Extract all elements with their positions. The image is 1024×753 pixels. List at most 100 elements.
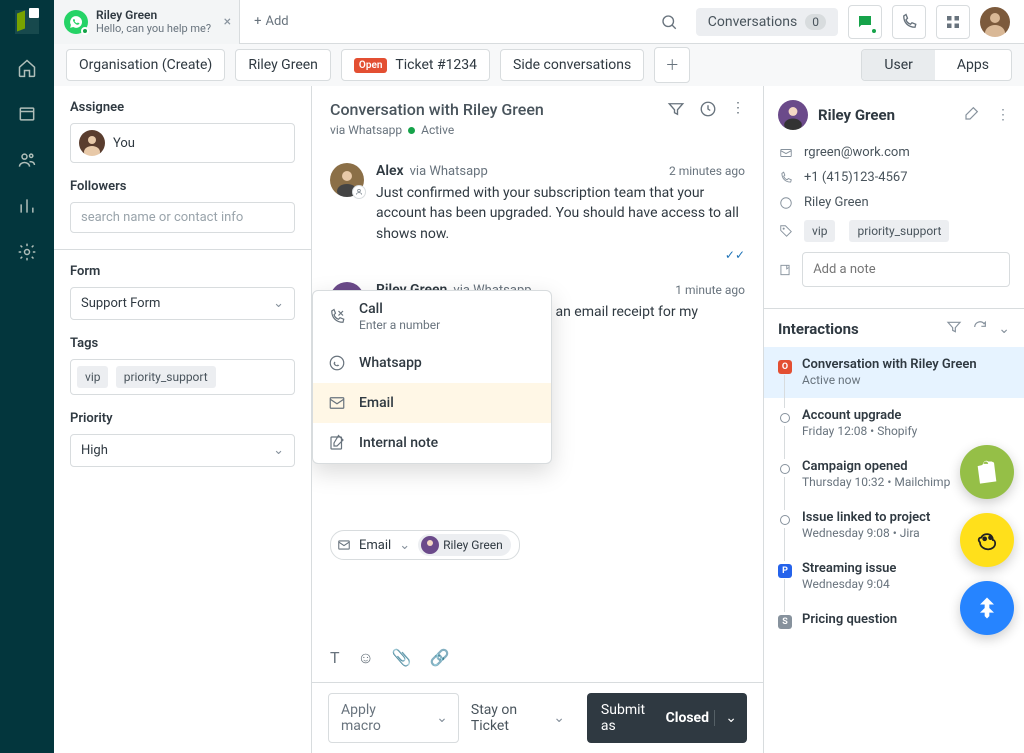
customer-avatar [778, 100, 808, 130]
chevron-down-icon: ⌄ [399, 538, 410, 553]
add-tab-button[interactable]: + Add [240, 14, 303, 29]
event-dot [780, 464, 790, 474]
tab-preview: Hello, can you help me? [96, 22, 211, 35]
composer: Email ⌄ Riley Green T ☺ 📎 🔗 [312, 524, 763, 682]
tag-vip[interactable]: vip [77, 366, 108, 388]
tag-priority[interactable]: priority_support [116, 366, 216, 388]
context-toggle: User Apps [861, 49, 1012, 81]
interaction-item[interactable]: Account upgradeFriday 12:08 • Shopify [764, 398, 1024, 449]
talk-button[interactable] [892, 5, 926, 39]
message: Alexvia Whatsapp2 minutes ago Just confi… [330, 153, 745, 272]
top-strip: Riley Green Hello, can you help me? × + … [54, 0, 1024, 44]
conversation-panel: Conversation with Riley Green via Whatsa… [312, 86, 764, 753]
reporting-icon[interactable] [15, 194, 39, 218]
history-icon[interactable] [699, 100, 717, 122]
chevron-down-icon[interactable]: ⌄ [998, 321, 1010, 337]
contact-tags: vip priority_support [778, 215, 1010, 247]
contact-email[interactable]: rgreen@work.com [778, 140, 1010, 165]
email-icon [778, 146, 794, 160]
event-dot [780, 515, 790, 525]
form-select[interactable]: Support Form⌄ [70, 287, 295, 320]
channel-menu: CallEnter a number Whatsapp Email Intern… [312, 290, 552, 464]
app-bubble-jira[interactable] [960, 581, 1014, 635]
menu-item-call[interactable]: CallEnter a number [313, 291, 551, 343]
interaction-item[interactable]: O Conversation with Riley GreenActive no… [764, 347, 1024, 398]
menu-item-email[interactable]: Email [313, 383, 551, 423]
main-area: Assignee You Followers Form Support Form… [54, 86, 1024, 753]
read-receipt-icon: ✓✓ [376, 248, 745, 262]
overflow-icon[interactable]: ⋮ [731, 100, 745, 122]
filter-icon[interactable] [946, 319, 962, 339]
priority-select[interactable]: High⌄ [70, 434, 295, 467]
followers-label: Followers [70, 179, 295, 194]
contact-whatsapp[interactable]: Riley Green [778, 190, 1010, 215]
tags-label: Tags [70, 336, 295, 351]
email-icon [337, 538, 351, 552]
close-icon[interactable]: × [224, 14, 231, 30]
workspace-tab[interactable]: Riley Green Hello, can you help me? × [54, 0, 240, 44]
status-badge-pending: P [778, 564, 792, 578]
tag-priority[interactable]: priority_support [849, 220, 949, 242]
channel-selector[interactable]: Email ⌄ Riley Green [330, 530, 520, 560]
recipient-chip[interactable]: Riley Green [418, 534, 511, 556]
assignee-field[interactable]: You [70, 123, 295, 163]
apply-macro-button[interactable]: Apply macro⌄ [328, 693, 459, 743]
whatsapp-icon [64, 10, 88, 34]
customer-name: Riley Green [818, 106, 948, 124]
ticket-fields-panel: Assignee You Followers Form Support Form… [54, 86, 312, 753]
call-icon [327, 307, 347, 327]
event-dot [780, 413, 790, 423]
stay-on-ticket-button[interactable]: Stay on Ticket⌄ [471, 702, 575, 734]
customers-icon[interactable] [15, 148, 39, 172]
app-bubble-shopify[interactable] [960, 445, 1014, 499]
submit-button[interactable]: Submit as Closed ⌄ [587, 693, 747, 743]
tag-icon [778, 224, 794, 238]
product-logo [15, 10, 39, 34]
contact-phone[interactable]: +1 (415)123-4567 [778, 165, 1010, 190]
tab-user[interactable]: User [862, 50, 934, 80]
tab-apps[interactable]: Apps [935, 50, 1011, 80]
chevron-down-icon: ⌄ [273, 443, 284, 458]
menu-item-internal-note[interactable]: Internal note [313, 423, 551, 463]
filter-icon[interactable] [667, 100, 685, 122]
chevron-down-icon: ⌄ [553, 710, 565, 726]
menu-item-whatsapp[interactable]: Whatsapp [313, 343, 551, 383]
message-list: Alexvia Whatsapp2 minutes ago Just confi… [312, 147, 763, 524]
crumb-side-conversations[interactable]: Side conversations [500, 49, 644, 81]
chat-button[interactable] [848, 5, 882, 39]
emoji-icon[interactable]: ☺ [358, 648, 374, 668]
conversations-pill[interactable]: Conversations 0 [696, 8, 838, 36]
crumb-ticket[interactable]: Open Ticket #1234 [341, 49, 490, 81]
composer-toolbar: T ☺ 📎 🔗 [330, 634, 745, 682]
whatsapp-icon [778, 196, 794, 210]
tags-field[interactable]: vip priority_support [70, 359, 295, 395]
app-bubble-mailchimp[interactable] [960, 513, 1014, 567]
admin-icon[interactable] [15, 240, 39, 264]
assignee-avatar [79, 130, 105, 156]
tag-vip[interactable]: vip [804, 220, 835, 242]
apps-button[interactable] [936, 5, 970, 39]
profile-avatar[interactable] [980, 7, 1010, 37]
search-icon[interactable] [652, 5, 686, 39]
overflow-icon[interactable]: ⋮ [996, 107, 1010, 123]
link-icon[interactable]: 🔗 [430, 648, 450, 668]
note-input[interactable] [811, 261, 1001, 278]
crumb-requester[interactable]: Riley Green [235, 49, 331, 81]
form-label: Form [70, 264, 295, 279]
text-format-icon[interactable]: T [330, 648, 340, 668]
followers-input[interactable] [70, 202, 295, 233]
status-badge-solved: S [778, 615, 792, 629]
home-icon[interactable] [15, 56, 39, 80]
edit-icon[interactable] [964, 105, 980, 125]
attachment-icon[interactable]: 📎 [392, 648, 412, 668]
interactions-header: Interactions ⌄ [764, 308, 1024, 347]
tab-title: Riley Green [96, 8, 211, 22]
crumb-organisation[interactable]: Organisation (Create) [66, 49, 225, 81]
views-icon[interactable] [15, 102, 39, 126]
ticket-footer: Apply macro⌄ Stay on Ticket⌄ Submit as C… [312, 682, 763, 753]
refresh-icon[interactable] [972, 319, 988, 339]
add-side-conversation[interactable]: ＋ [654, 47, 690, 83]
whatsapp-icon [327, 353, 347, 373]
author-avatar [330, 163, 364, 197]
status-badge-open: O [778, 360, 792, 374]
